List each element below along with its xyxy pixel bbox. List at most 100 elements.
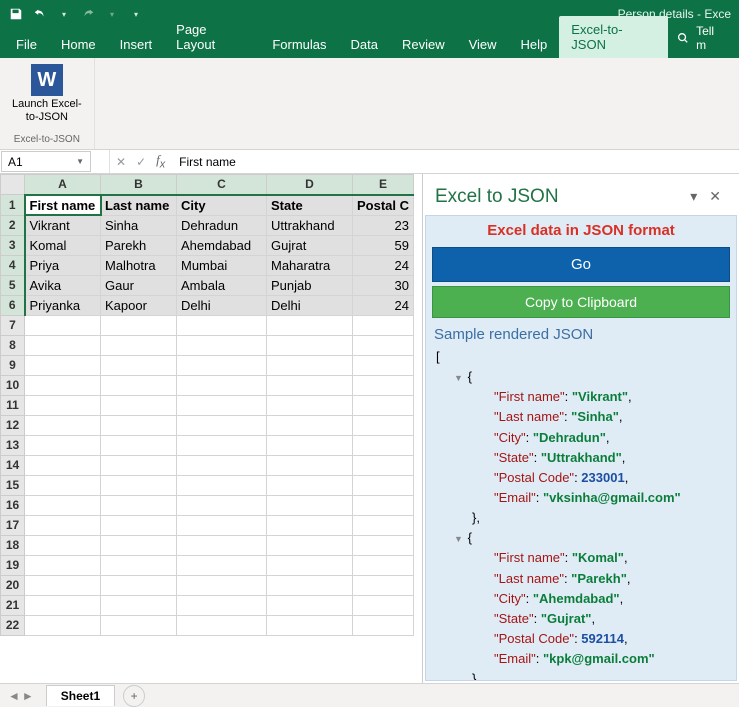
cell-C10[interactable] <box>177 375 267 395</box>
cell-C22[interactable] <box>177 615 267 635</box>
cell-E8[interactable] <box>353 335 414 355</box>
cell-D3[interactable]: Gujrat <box>267 235 353 255</box>
cell-B1[interactable]: Last name <box>101 195 177 216</box>
cell-E13[interactable] <box>353 435 414 455</box>
cell-B12[interactable] <box>101 415 177 435</box>
cell-A17[interactable] <box>25 515 101 535</box>
row-header-11[interactable]: 11 <box>1 395 25 415</box>
cell-D16[interactable] <box>267 495 353 515</box>
sheet-nav-prev-icon[interactable]: ◄ <box>8 689 20 703</box>
row-header-5[interactable]: 5 <box>1 275 25 295</box>
cell-E2[interactable]: 23 <box>353 215 414 235</box>
cell-E5[interactable]: 30 <box>353 275 414 295</box>
ribbon-tab-excel-to-json[interactable]: Excel-to-JSON <box>559 16 668 58</box>
cell-C16[interactable] <box>177 495 267 515</box>
fx-icon[interactable]: fx <box>156 152 165 171</box>
cell-B14[interactable] <box>101 455 177 475</box>
cell-C21[interactable] <box>177 595 267 615</box>
cell-B6[interactable]: Kapoor <box>101 295 177 315</box>
cell-C18[interactable] <box>177 535 267 555</box>
cell-B4[interactable]: Malhotra <box>101 255 177 275</box>
cell-B10[interactable] <box>101 375 177 395</box>
cell-E9[interactable] <box>353 355 414 375</box>
cell-A19[interactable] <box>25 555 101 575</box>
cell-E10[interactable] <box>353 375 414 395</box>
row-header-21[interactable]: 21 <box>1 595 25 615</box>
cell-A11[interactable] <box>25 395 101 415</box>
cell-B18[interactable] <box>101 535 177 555</box>
cell-B13[interactable] <box>101 435 177 455</box>
cell-C2[interactable]: Dehradun <box>177 215 267 235</box>
cell-A8[interactable] <box>25 335 101 355</box>
pane-menu-icon[interactable]: ▾ <box>684 184 703 209</box>
cell-D13[interactable] <box>267 435 353 455</box>
col-header-B[interactable]: B <box>101 175 177 195</box>
cell-D1[interactable]: State <box>267 195 353 216</box>
cell-D11[interactable] <box>267 395 353 415</box>
cell-D18[interactable] <box>267 535 353 555</box>
row-header-13[interactable]: 13 <box>1 435 25 455</box>
cell-C12[interactable] <box>177 415 267 435</box>
pane-close-icon[interactable]: ✕ <box>703 184 727 209</box>
ribbon-tab-page-layout[interactable]: Page Layout <box>164 16 260 58</box>
cell-E1[interactable]: Postal C <box>353 195 414 216</box>
undo-dropdown-icon[interactable]: ▾ <box>56 6 72 22</box>
col-header-C[interactable]: C <box>177 175 267 195</box>
row-header-20[interactable]: 20 <box>1 575 25 595</box>
go-button[interactable]: Go <box>432 247 730 282</box>
cell-B8[interactable] <box>101 335 177 355</box>
cell-D14[interactable] <box>267 455 353 475</box>
cell-A10[interactable] <box>25 375 101 395</box>
name-box[interactable]: A1 ▼ <box>1 151 91 172</box>
cell-D15[interactable] <box>267 475 353 495</box>
cell-C8[interactable] <box>177 335 267 355</box>
cell-B17[interactable] <box>101 515 177 535</box>
row-header-3[interactable]: 3 <box>1 235 25 255</box>
row-header-14[interactable]: 14 <box>1 455 25 475</box>
cell-D4[interactable]: Maharatra <box>267 255 353 275</box>
cell-E12[interactable] <box>353 415 414 435</box>
row-header-18[interactable]: 18 <box>1 535 25 555</box>
cell-B5[interactable]: Gaur <box>101 275 177 295</box>
cell-B16[interactable] <box>101 495 177 515</box>
ribbon-tab-formulas[interactable]: Formulas <box>260 31 338 58</box>
cell-A22[interactable] <box>25 615 101 635</box>
cell-E19[interactable] <box>353 555 414 575</box>
cell-A18[interactable] <box>25 535 101 555</box>
select-all-corner[interactable] <box>1 175 25 195</box>
row-header-17[interactable]: 17 <box>1 515 25 535</box>
ribbon-tab-help[interactable]: Help <box>509 31 560 58</box>
cell-C19[interactable] <box>177 555 267 575</box>
undo-icon[interactable] <box>32 6 48 22</box>
row-header-1[interactable]: 1 <box>1 195 25 216</box>
cell-D5[interactable]: Punjab <box>267 275 353 295</box>
row-header-22[interactable]: 22 <box>1 615 25 635</box>
cell-C11[interactable] <box>177 395 267 415</box>
cell-D10[interactable] <box>267 375 353 395</box>
cell-D12[interactable] <box>267 415 353 435</box>
cell-A6[interactable]: Priyanka <box>25 295 101 315</box>
cell-A9[interactable] <box>25 355 101 375</box>
cell-A4[interactable]: Priya <box>25 255 101 275</box>
cell-D2[interactable]: Uttrakhand <box>267 215 353 235</box>
save-icon[interactable] <box>8 6 24 22</box>
cell-A13[interactable] <box>25 435 101 455</box>
ribbon-tab-review[interactable]: Review <box>390 31 457 58</box>
cell-D8[interactable] <box>267 335 353 355</box>
row-header-16[interactable]: 16 <box>1 495 25 515</box>
cell-C17[interactable] <box>177 515 267 535</box>
cell-D6[interactable]: Delhi <box>267 295 353 315</box>
name-box-dropdown-icon[interactable]: ▼ <box>76 157 84 166</box>
cell-A1[interactable]: First name <box>25 195 101 216</box>
launch-excel-to-json-button[interactable]: W Launch Excel-to-JSON <box>8 62 86 126</box>
tell-me-search[interactable]: Tell m <box>668 18 735 58</box>
cell-A5[interactable]: Avika <box>25 275 101 295</box>
cell-C5[interactable]: Ambala <box>177 275 267 295</box>
cell-C7[interactable] <box>177 315 267 335</box>
row-header-10[interactable]: 10 <box>1 375 25 395</box>
row-header-9[interactable]: 9 <box>1 355 25 375</box>
sheet-tab-active[interactable]: Sheet1 <box>46 685 115 706</box>
cell-D22[interactable] <box>267 615 353 635</box>
redo-dropdown-icon[interactable]: ▾ <box>104 6 120 22</box>
cell-C13[interactable] <box>177 435 267 455</box>
